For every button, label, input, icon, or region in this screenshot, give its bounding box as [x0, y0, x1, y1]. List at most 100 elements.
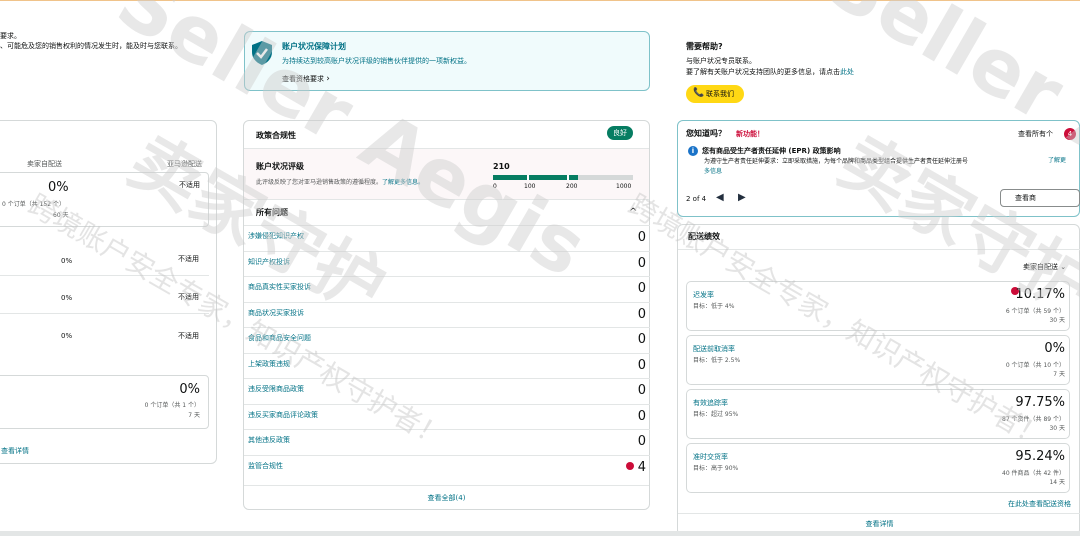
issue-count: 0	[637, 306, 646, 322]
issue-row[interactable]: 监管合规性 4	[244, 454, 650, 480]
chevron-right-icon: ›	[326, 74, 330, 84]
view-products-label: 查看商	[1015, 194, 1036, 202]
issue-count: 0	[637, 408, 646, 424]
issue-row[interactable]: 违反买家商品评论政策 0	[244, 403, 650, 429]
pager-label: 2 of 4	[686, 195, 707, 203]
issue-count: 4	[637, 459, 646, 475]
metric-row-4-pct: 0%	[61, 332, 73, 340]
help-line-1: 与账户状况专员联系。	[686, 57, 756, 65]
help-title: 需要帮助?	[686, 42, 723, 51]
issue-label: 食品和商品安全问题	[248, 334, 311, 342]
policy-compliance-card: 政策合规性 良好 账户状况评级 此评级反映了您对亚马逊销售政策的遵循程度。了解更…	[243, 120, 650, 510]
metric-days: 30 天	[1049, 317, 1065, 324]
issue-row[interactable]: 知识产权投诉 0	[244, 250, 650, 276]
metric-title[interactable]: 准时交货率	[693, 452, 728, 462]
metric-days: 7 天	[1053, 371, 1065, 378]
metric-sub: 0 个订单（共 10 个）	[1005, 362, 1065, 369]
issue-row[interactable]: 违反受限商品政策 0	[244, 378, 650, 403]
fulfillment-filter-dropdown[interactable]: 卖家自配送 ⌄	[1023, 262, 1066, 272]
issue-row[interactable]: 涉嫌侵犯知识产权 0	[244, 225, 650, 250]
metric-row-1: 0% 0 个订单（共 152 个） 60 天 不适用	[0, 172, 209, 227]
issue-row[interactable]: 上架政策违规 0	[244, 352, 650, 378]
issue-label: 知识产权投诉	[248, 257, 290, 266]
intro-line-2: 、可能危及您的销售权利的情况发生时，能及时与您联系。	[0, 42, 182, 50]
metric-target: 目标：超过 95%	[693, 411, 739, 418]
help-here-link[interactable]: 此处	[840, 68, 854, 76]
issue-count: 0	[637, 357, 646, 373]
metric-row-2-na: 不适用	[178, 255, 199, 263]
ahr-section: 账户状况评级 此评级反映了您对亚马逊销售政策的遵循程度。了解更多信息。 210 …	[244, 149, 649, 199]
ahr-tick-0: 0	[493, 183, 497, 190]
issue-label: 涉嫌侵犯知识产权	[248, 232, 304, 240]
divider	[244, 485, 649, 486]
delivery-performance-card: 配送绩效 卖家自配送 ⌄ 迟发率 目标：低于 4% 10.17% 6 个订单（共…	[677, 224, 1080, 536]
all-issues-title: 所有问题	[256, 208, 288, 217]
epr-headline: 您有商品受生产者责任延伸 (EPR) 政策影响	[702, 147, 841, 155]
ahr-tick-200: 200	[566, 183, 578, 190]
epr-more-link[interactable]: 多信息	[704, 166, 722, 175]
metric-title[interactable]: 迟发率	[693, 290, 714, 300]
protection-desc: 为持续达到较高账户状况评级的销售伙伴提供的一项新权益。	[282, 57, 471, 65]
issue-count: 0	[637, 383, 646, 398]
metric-row-4-na: 不适用	[178, 332, 199, 340]
metric-row-3-pct: 0%	[61, 294, 73, 302]
contact-us-label: 联系我们	[706, 90, 734, 98]
customer-service-card: 卖家自配送 亚马逊配送 0% 0 个订单（共 152 个） 60 天 不适用 0…	[0, 120, 217, 464]
issue-row[interactable]: 食品和商品安全问题 0	[244, 327, 650, 352]
ahr-tick-1000: 1000	[616, 183, 632, 190]
issue-count: 0	[637, 434, 646, 449]
metric-title[interactable]: 有效追踪率	[693, 398, 728, 408]
metric-row-5-pct: 0%	[179, 382, 200, 397]
protection-title: 账户状况保障计划	[282, 42, 346, 51]
delivery-eligibility-link[interactable]: 在此处查看配送资格	[1008, 499, 1071, 509]
issue-row[interactable]: 商品状况买家投诉 0	[244, 301, 650, 327]
help-line-2: 要了解有关账户状况支持团队的更多信息，请点击此处	[686, 67, 854, 77]
issue-row[interactable]: 其他违反政策 0	[244, 429, 650, 454]
issue-row[interactable]: 商品真实性买家投诉 0	[244, 276, 650, 301]
view-products-button[interactable]: 查看商	[1000, 189, 1080, 207]
ahr-bar-track	[493, 175, 633, 180]
metric-row-3-na: 不适用	[178, 293, 199, 301]
view-all-issues-link[interactable]: 查看全部(4)	[244, 493, 649, 503]
divider	[244, 199, 649, 200]
top-border	[0, 0, 1080, 5]
metric-target: 目标：低于 4%	[693, 303, 735, 310]
metric-target: 目标：低于 2.5%	[693, 357, 741, 364]
info-icon: i	[688, 146, 698, 156]
horizontal-scrollbar[interactable]	[0, 531, 1080, 536]
divider	[678, 249, 1080, 250]
ahr-score: 210	[493, 162, 510, 171]
issue-count: 0	[637, 255, 646, 271]
metric-sub: 40 件商品（共 42 件）	[1002, 470, 1065, 477]
view-details-link[interactable]: 查看详情	[1, 446, 29, 456]
view-all-notices-link[interactable]: 查看所有个	[1018, 129, 1053, 139]
collapse-caret-icon[interactable]: ^	[629, 207, 637, 218]
eligibility-requirements-link[interactable]: 查看资格要求 ›	[282, 74, 330, 84]
ahr-bar-sep	[567, 175, 569, 180]
col-amazon-fulfilled: 亚马逊配送	[167, 160, 202, 168]
eligibility-link-text: 查看资格要求	[282, 75, 324, 83]
metric-title[interactable]: 配送前取消率	[693, 344, 735, 354]
shield-check-icon	[252, 41, 272, 65]
issue-label: 上架政策违规	[248, 359, 290, 368]
epr-learn-more-link[interactable]: 了解更	[1048, 155, 1066, 164]
issues-list: 涉嫌侵犯知识产权 0 知识产权投诉 0 商品真实性买家投诉 0 商品状况买家投诉…	[244, 225, 650, 485]
issue-count: 0	[637, 332, 646, 347]
dyk-title: 您知道吗？	[686, 129, 726, 138]
issue-label: 违反受限商品政策	[248, 385, 304, 393]
contact-us-button[interactable]: 📞 联系我们	[686, 85, 744, 103]
metric-on-time-delivery: 准时交货率 目标：高于 90% 95.24% 40 件商品（共 42 件） 14…	[686, 443, 1070, 493]
delivery-view-details-link[interactable]: 查看详情	[678, 519, 1080, 529]
metric-pct: 95.24%	[1015, 449, 1065, 464]
learn-more-link[interactable]: 了解更多信息。	[382, 179, 424, 186]
issue-label: 违反买家商品评论政策	[248, 410, 318, 419]
metric-sub: 6 个订单（共 59 个）	[1005, 308, 1065, 315]
divider	[0, 313, 209, 314]
new-feature-label: 新功能！	[736, 130, 764, 138]
next-arrow-icon[interactable]: ▶	[738, 192, 746, 203]
fulfillment-filter-label: 卖家自配送	[1023, 263, 1058, 271]
chevron-down-icon: ⌄	[1060, 263, 1067, 271]
prev-arrow-icon[interactable]: ◀	[716, 192, 724, 203]
metric-days: 30 天	[1049, 425, 1065, 432]
col-seller-fulfilled: 卖家自配送	[27, 160, 62, 168]
